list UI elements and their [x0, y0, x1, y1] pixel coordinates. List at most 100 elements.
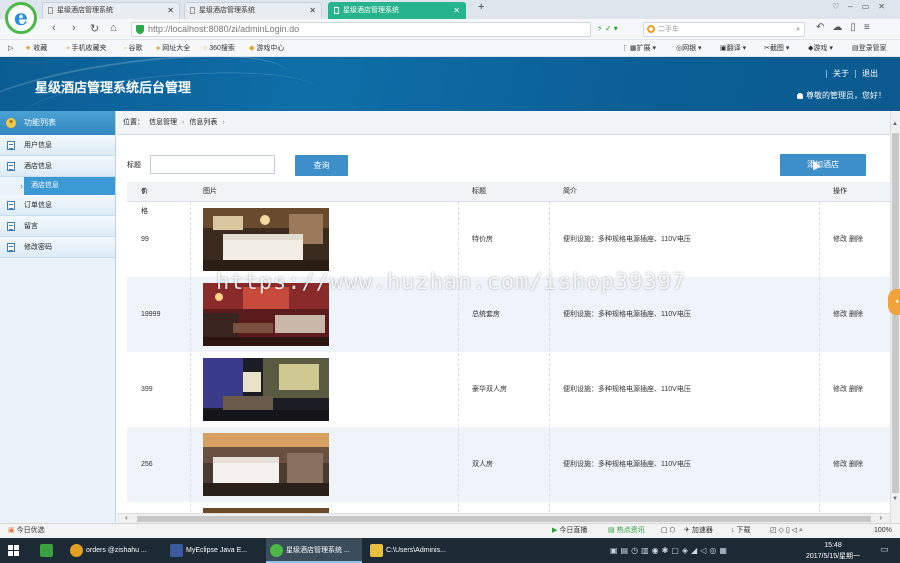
sidebar-item-users[interactable]: 用户信息 — [0, 135, 115, 156]
window-controls[interactable]: ♡–▭✕ — [832, 2, 894, 11]
forward-icon[interactable]: › — [72, 22, 76, 34]
delete-link[interactable]: 删除 — [849, 311, 863, 318]
about-link[interactable]: 关于 — [833, 69, 849, 78]
edit-link[interactable]: 修改 — [833, 236, 847, 243]
translate-button[interactable]: ▣翻译 ▾ — [720, 40, 746, 57]
delete-link[interactable]: 删除 — [849, 461, 863, 468]
scroll-right-icon[interactable]: › — [879, 513, 882, 522]
new-tab-button[interactable]: + — [478, 1, 484, 13]
browser-tab-3[interactable]: 星级酒店管理系统 ✕ — [328, 2, 466, 19]
login-manager-button[interactable]: ▤登录管家 — [852, 40, 887, 57]
back-icon[interactable]: ‹ — [52, 22, 56, 34]
search-engine-icon: ○ — [203, 45, 208, 52]
sidebar-item-messages[interactable]: 留言 — [0, 216, 115, 237]
floating-widget-icon[interactable]: ● — [888, 289, 900, 315]
bookmark-item[interactable]: ● 网址大全 — [156, 40, 190, 57]
breadcrumb-item[interactable]: 信息列表 — [189, 119, 217, 126]
bookmark-item[interactable]: ★ 收藏 — [25, 40, 47, 57]
scroll-down-icon[interactable]: ▼ — [892, 496, 898, 502]
scroll-left-icon[interactable]: ‹ — [125, 513, 128, 522]
chevron-down-icon: ▾ — [6, 118, 16, 128]
folder-icon — [370, 544, 383, 557]
search-icon[interactable]: ⌕ — [796, 23, 800, 36]
bookmark-item[interactable]: ○ 360搜索 — [203, 40, 235, 57]
windows-start-icon[interactable] — [8, 545, 19, 556]
browser-tab-1[interactable]: 星级酒店管理系统 ✕ — [42, 2, 180, 19]
status-item[interactable]: ▶ 今日直播 — [552, 524, 587, 538]
sidebar-item-password[interactable]: 修改密码 — [0, 237, 115, 258]
vertical-scrollbar[interactable]: ▲ ▼ — [890, 111, 900, 524]
edit-link[interactable]: 修改 — [833, 461, 847, 468]
taskbar-item[interactable]: MyEclipse Java E... — [166, 538, 262, 563]
scroll-thumb[interactable] — [137, 516, 871, 522]
taskbar-item[interactable]: orders @zishahu ... — [66, 538, 162, 563]
browser-status-bar: ▣ 今日优选 ▶ 今日直播 ▤ 热点资讯 ▢ ⬡ ✈ 加速器 ↓ 下载 ◰ ◇ … — [0, 523, 900, 538]
sidebar-item-hotels[interactable]: 酒店信息 — [0, 156, 115, 177]
taskbar-item[interactable]: C:\Users\Adminis... — [366, 538, 462, 563]
game-button[interactable]: ◆游戏 ▾ — [808, 40, 833, 57]
close-icon[interactable]: ✕ — [453, 3, 460, 18]
app-title: 星级酒店管理系统后台管理 — [35, 80, 192, 95]
home-icon[interactable]: ⌂ — [110, 22, 117, 34]
bank-button[interactable]: ◎网银 ▾ — [676, 40, 702, 57]
add-hotel-button[interactable]: 添加酒店 — [780, 154, 866, 176]
title-search-input[interactable] — [150, 155, 275, 174]
clock[interactable]: 15:48 2017/5/15/星期一 — [805, 540, 861, 562]
url-rest: :8080/zi/adminLogin.do — [206, 24, 300, 34]
sidebar-subitem-hotel-info[interactable]: 酒店信息 — [20, 177, 115, 195]
close-icon[interactable]: ✕ — [309, 3, 316, 18]
edit-link[interactable]: 修改 — [833, 311, 847, 318]
room-photo — [203, 358, 329, 421]
horizontal-scrollbar[interactable]: ‹ › — [117, 513, 890, 523]
status-item[interactable]: ▤ 热点资讯 — [608, 524, 645, 538]
title-label: 标题 — [127, 162, 141, 169]
app-icon — [70, 544, 83, 557]
price-cell: 99 — [141, 236, 149, 243]
title-cell: 豪华双人房 — [472, 386, 507, 393]
app-icon — [270, 544, 283, 557]
zoom-level[interactable]: 100% — [874, 524, 892, 538]
logout-link[interactable]: 退出 — [862, 69, 878, 78]
taskbar-app-icon[interactable] — [36, 538, 58, 563]
breadcrumb-item[interactable]: 信息管理 — [149, 119, 177, 126]
query-button[interactable]: 查询 — [295, 155, 348, 176]
delete-link[interactable]: 删除 — [849, 236, 863, 243]
bookmark-item[interactable]: ▫ 谷歌 — [124, 40, 142, 57]
address-input[interactable]: http://localhost:8080/zi/adminLogin.do — [131, 22, 591, 37]
speed-icon[interactable]: ⚡ ✓ ▾ — [597, 24, 618, 33]
status-icons[interactable]: ◰ ◇ ▯ ◁ ⌕ — [770, 524, 803, 538]
sidebar-toggle-icon[interactable]: ▷ — [8, 40, 13, 57]
extension-button[interactable]: ⋮ ▦扩展 ▾ — [621, 40, 656, 57]
edit-link[interactable]: 修改 — [833, 386, 847, 393]
status-item[interactable]: ✈ 加速器 — [684, 524, 713, 538]
browser-tab-bar: 星级酒店管理系统 ✕ 星级酒店管理系统 ✕ 星级酒店管理系统 ✕ + ♡–▭✕ — [0, 0, 900, 19]
screenshot-button[interactable]: ✂截图 ▾ — [764, 40, 789, 57]
status-icons[interactable]: ▢ ⬡ — [661, 524, 676, 538]
daily-picks[interactable]: ▣ 今日优选 — [8, 524, 45, 538]
table-row: 399 豪华双人房 便利设施：多种规格电源插座、110V电压 修改 删除 — [127, 352, 890, 427]
close-icon[interactable]: ✕ — [167, 3, 174, 18]
column-header-intro: 简介 — [563, 188, 577, 195]
taskbar-item[interactable]: 星级酒店管理系统 ... — [266, 538, 362, 563]
search-engine-input[interactable]: 二手车 ⌕ — [643, 22, 805, 37]
reload-icon[interactable]: ↻ — [90, 22, 99, 35]
delete-link[interactable]: 删除 — [849, 386, 863, 393]
gamepad-icon: ◆ — [249, 45, 255, 52]
windows-taskbar: orders @zishahu ... MyEclipse Java E... … — [0, 538, 900, 563]
bookmark-item[interactable]: ◆ 游戏中心 — [249, 40, 284, 57]
scroll-up-icon[interactable]: ▲ — [892, 121, 898, 127]
system-tray-icons[interactable]: ▣▤◷▥◉✱▢◈◢◁◎▦ — [610, 546, 730, 555]
sidebar-item-orders[interactable]: 订单信息 — [0, 195, 115, 216]
search-area: 标题 查询 添加酒店 — [117, 135, 892, 182]
globe-icon: ● — [156, 45, 161, 52]
browser-tab-2[interactable]: 星级酒店管理系统 ✕ — [184, 2, 322, 19]
sidebar: ▾功能列表 用户信息 酒店信息 酒店信息 订单信息 留言 修改密码 — [0, 111, 116, 523]
notification-icon[interactable]: ▭ — [880, 544, 889, 555]
price-cell: 256 — [141, 461, 153, 468]
intro-cell: 便利设施：多种规格电源插座、110V电压 — [563, 386, 691, 393]
bookmark-item[interactable]: ▪ 手机收藏夹 — [67, 40, 106, 57]
screen: 星级酒店管理系统 ✕ 星级酒店管理系统 ✕ 星级酒店管理系统 ✕ + ♡–▭✕ e ‹… — [0, 0, 900, 563]
status-item[interactable]: ↓ 下载 — [731, 524, 750, 538]
toolbar-icons[interactable]: ↶☁▯≡ — [816, 22, 878, 33]
document-icon — [7, 201, 15, 210]
